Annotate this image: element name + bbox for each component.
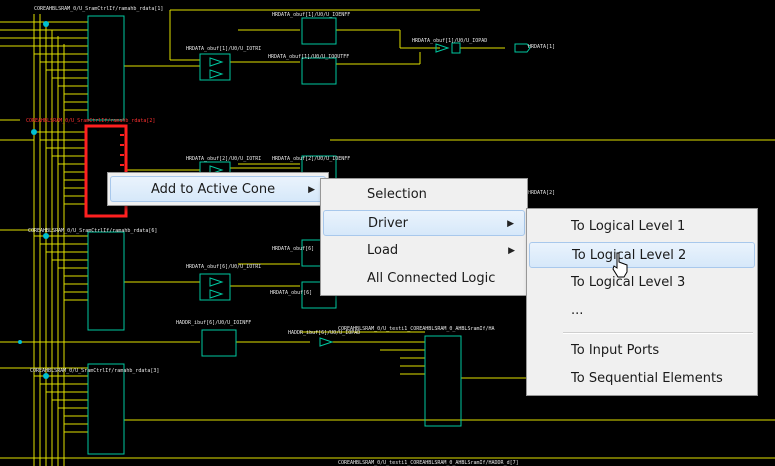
schematic-label-selected: COREAHBLSRAM_0/U_SramCtrlIf/ramahb_rdata… [26,118,156,124]
schematic-label: COREAHBLSRAM_0/U_testi1_COREAHBLSRAM_0_A… [338,460,519,466]
context-menu: Add to Active Cone ▶ [107,172,329,206]
submenu-arrow-icon: ▶ [508,246,515,256]
menu-item-label: To Logical Level 1 [571,219,686,234]
schematic-label: COREAHBLSRAM_0/U_SramCtrlIf/ramahb_rdata… [34,6,164,12]
submenu-arrow-icon: ▶ [507,219,514,229]
menu-item-to-sequential-elements[interactable]: To Sequential Elements [529,366,755,392]
schematic-label: HRDATA_obuf[2]/U0/U_IOENFF [272,156,351,162]
menu-item-label: All Connected Logic [367,271,496,286]
schematic-label: HRDATA_obuf[2]/U0/U_IOTRI [186,156,262,162]
schematic-label: HRDATA[2] [528,190,556,196]
schematic-label: HRDATA[1] [528,44,556,50]
menu-item-label: ... [571,303,584,318]
menu-item-driver[interactable]: Driver ▶ [323,210,525,236]
schematic-label: HRDATA_obuf[6] [272,246,315,252]
menu-item-label: Add to Active Cone [151,182,276,197]
menu-item-label: Load [367,243,399,258]
submenu-arrow-icon: ▶ [308,185,315,195]
submenu-add-to-active-cone: Selection Driver ▶ Load ▶ All Connected … [320,178,528,296]
menu-item-more-levels[interactable]: ... [529,298,755,324]
schematic-label: HRDATA_obuf[1]/U0/U_IOPAD [412,38,488,44]
menu-item-selection[interactable]: Selection [323,182,525,208]
menu-item-to-input-ports[interactable]: To Input Ports [529,338,755,364]
schematic-label: HRDATA_obuf[6]/U0/U_IOTRI [186,264,262,270]
menu-item-label: To Input Ports [571,343,660,358]
schematic-label: COREAHBLSRAM_0/U_testi1_COREAHBLSRAM_0_A… [338,326,495,332]
menu-item-label: Selection [367,187,427,202]
menu-item-add-to-active-cone[interactable]: Add to Active Cone ▶ [110,176,326,202]
schematic-label: HRDATA_obuf[1]/U0/U_IOOUTFF [268,54,350,60]
menu-item-logical-level-2[interactable]: To Logical Level 2 [529,242,755,268]
schematic-label: HRDATA_obuf[1]/U0/U_IOENFF [272,12,351,18]
menu-item-logical-level-3[interactable]: To Logical Level 3 [529,270,755,296]
menu-item-label: To Sequential Elements [571,371,723,386]
menu-item-load[interactable]: Load ▶ [323,238,525,264]
schematic-label: COREAHBLSRAM_0/U_SramCtrlIf/ramahb_rdata… [30,368,160,374]
menu-item-label: Driver [368,216,409,231]
schematic-label: COREAHBLSRAM_0/U_SramCtrlIf/ramahb_rdata… [28,228,158,234]
schematic-label: HRDATA_obuf[1]/U0/U_IOTRI [186,46,262,52]
schematic-label: HADDR_ibuf[6]/U0/U_IOINFF [176,320,252,326]
submenu-driver: To Logical Level 1 To Logical Level 2 To… [526,208,758,396]
menu-separator [563,332,753,334]
menu-item-logical-level-1[interactable]: To Logical Level 1 [529,214,755,240]
mouse-pointer-icon [612,252,628,278]
menu-item-all-connected-logic[interactable]: All Connected Logic [323,266,525,292]
schematic-label: HRDATA_obuf[6] [270,290,313,296]
